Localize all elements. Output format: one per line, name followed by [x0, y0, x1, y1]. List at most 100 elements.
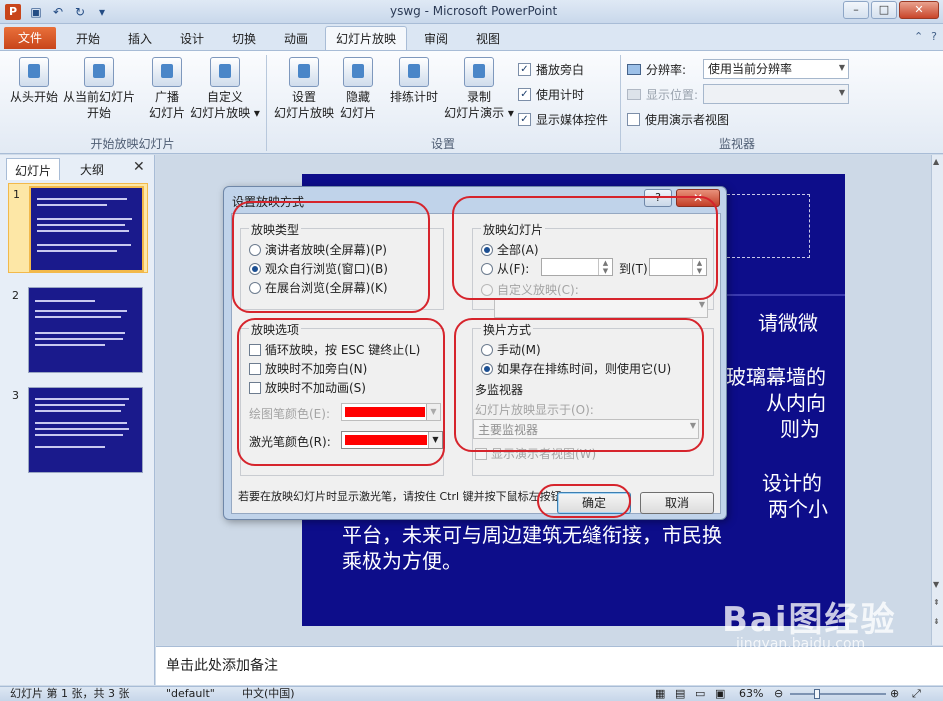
redo-icon[interactable]: ↻	[72, 4, 88, 20]
undo-icon[interactable]: ↶	[50, 4, 66, 20]
close-window-button[interactable]: ✕	[899, 1, 939, 19]
setup-slide-show-button[interactable]: 设置 幻灯片放映	[272, 57, 336, 121]
custom-slide-show-button[interactable]: 自定义 幻灯片放映 ▾	[190, 57, 260, 121]
ribbon-tab-row: 文件 开始 插入 设计 切换 动画 幻灯片放映 审阅 视图 ⌃ ?	[0, 24, 943, 50]
slide-sorter-icon[interactable]: ▤	[675, 687, 685, 701]
scroll-down-icon[interactable]: ▼	[933, 580, 939, 589]
group-separator	[620, 55, 621, 151]
language-status[interactable]: 中文(中国)	[242, 687, 295, 701]
resolution-label: 分辨率:	[627, 61, 686, 78]
play-narrations-checkbox[interactable]: ✓ 播放旁白	[518, 61, 584, 78]
slide-count-status: 幻灯片 第 1 张，共 3 张	[10, 687, 130, 700]
tab-slide-show[interactable]: 幻灯片放映	[325, 26, 408, 50]
annotation-circle	[237, 318, 445, 466]
cancel-button[interactable]: 取消	[640, 492, 714, 514]
slide-text-line: 平台，未来可与周边建筑无缝衔接，市民换	[342, 523, 722, 547]
slide-text-line: 请微微	[758, 311, 818, 335]
window-controls: – □ ✕	[843, 1, 939, 19]
play-from-current-icon	[84, 57, 114, 87]
tab-outline-pane[interactable]: 大纲	[72, 158, 112, 180]
window-title: yswg - Microsoft PowerPoint	[390, 4, 558, 18]
from-beginning-button[interactable]: 从头开始	[8, 57, 60, 105]
slide-text-line: 设计的	[762, 471, 822, 495]
tab-view[interactable]: 视图	[476, 30, 500, 47]
tab-slides-pane[interactable]: 幻灯片	[6, 158, 61, 180]
custom-show-select[interactable]: ▼	[494, 298, 708, 318]
rehearse-timings-button[interactable]: 排练计时	[388, 57, 440, 105]
chevron-down-icon: ▼	[698, 300, 705, 309]
tab-file[interactable]: 文件	[4, 27, 56, 49]
slide-text-line: 则为	[780, 417, 820, 441]
use-timings-checkbox[interactable]: ✓ 使用计时	[518, 86, 584, 103]
hide-slide-button[interactable]: 隐藏 幻灯片	[338, 57, 378, 121]
tab-insert[interactable]: 插入	[128, 30, 152, 47]
watermark-logo: Bai图经验 jingyan.baidu.com	[722, 600, 897, 652]
save-icon[interactable]: ▣	[28, 4, 44, 20]
checkmark-icon: ✓	[518, 113, 531, 126]
zoom-in-icon[interactable]: ⊕	[890, 687, 899, 701]
monitor-icon	[627, 64, 641, 75]
show-on-label: 显示位置:	[627, 86, 698, 103]
tab-home[interactable]: 开始	[76, 30, 100, 47]
slide-preview	[29, 186, 144, 272]
checkmark-icon: ✓	[518, 63, 531, 76]
normal-view-icon[interactable]: ▦	[655, 687, 665, 701]
tab-design[interactable]: 设计	[180, 30, 204, 47]
powerpoint-app-icon[interactable]: P	[5, 4, 21, 20]
tab-animations[interactable]: 动画	[284, 30, 308, 47]
show-on-select[interactable]: ▼	[703, 84, 849, 104]
record-slide-show-button[interactable]: 录制 幻灯片演示 ▾	[443, 57, 515, 121]
zoom-slider-thumb[interactable]	[814, 689, 820, 699]
theme-status: "default"	[166, 687, 215, 700]
annotation-circle	[537, 484, 631, 518]
previous-slide-icon[interactable]: ⇞	[933, 598, 940, 607]
tab-review[interactable]: 审阅	[424, 30, 448, 47]
zoom-out-icon[interactable]: ⊖	[774, 687, 783, 701]
tab-transitions[interactable]: 切换	[232, 30, 256, 47]
scroll-up-icon[interactable]: ▲	[933, 157, 939, 166]
group-separator	[266, 55, 267, 151]
slide-thumbnail-3[interactable]: 3	[8, 385, 148, 475]
slide-thumbnail-1[interactable]: 1	[8, 183, 148, 273]
slide-preview	[28, 387, 143, 473]
zoom-level[interactable]: 63%	[739, 687, 763, 701]
group-label-monitors: 监视器	[718, 137, 755, 151]
setup-show-icon	[289, 57, 319, 87]
broadcast-icon	[152, 57, 182, 87]
checkmark-icon: ✓	[518, 88, 531, 101]
slide-show-icon[interactable]: ▣	[715, 687, 725, 701]
hide-slide-icon	[343, 57, 373, 87]
fit-to-window-icon[interactable]: ⤢	[912, 687, 921, 701]
minimize-button[interactable]: –	[843, 1, 869, 19]
minimize-ribbon-icon[interactable]: ⌃	[914, 30, 923, 43]
annotation-circle	[452, 196, 718, 300]
next-slide-icon[interactable]: ⇟	[933, 617, 940, 626]
use-presenter-view-checkbox[interactable]: 使用演示者视图	[627, 111, 729, 128]
annotation-circle	[232, 201, 430, 313]
broadcast-slide-show-button[interactable]: 广播 幻灯片	[144, 57, 190, 121]
slide-text-line: 两个小	[768, 497, 828, 521]
close-pane-icon[interactable]: ✕	[133, 159, 145, 175]
ribbon-body: 从头开始 从当前幻灯片 开始 广播 幻灯片 自定义 幻灯片放映 ▾ 开始放映幻灯…	[0, 50, 943, 154]
annotation-circle	[454, 318, 704, 452]
reading-view-icon[interactable]: ▭	[695, 687, 705, 701]
show-media-controls-checkbox[interactable]: ✓ 显示媒体控件	[518, 111, 608, 128]
help-icon[interactable]: ?	[931, 30, 937, 43]
slide-thumbnail-panel: 幻灯片 大纲 ✕ 1 2 3	[0, 155, 155, 685]
maximize-button[interactable]: □	[871, 1, 897, 19]
laser-pointer-hint: 若要在放映幻灯片时显示激光笔，请按住 Ctrl 键并按下鼠标左按钮。	[238, 490, 573, 503]
from-current-slide-button[interactable]: 从当前幻灯片 开始	[62, 57, 136, 121]
resolution-select[interactable]: 使用当前分辨率 ▼	[703, 59, 849, 79]
zoom-slider[interactable]	[790, 693, 886, 695]
record-icon	[464, 57, 494, 87]
slide-thumbnail-2[interactable]: 2	[8, 285, 148, 375]
chevron-down-icon: ▼	[838, 88, 845, 97]
title-bar: P ▣ ↶ ↻ ▾ yswg - Microsoft PowerPoint – …	[0, 0, 943, 24]
chevron-down-icon: ▼	[838, 63, 845, 72]
vertical-scrollbar[interactable]: ▲ ▼ ⇞ ⇟	[931, 155, 943, 645]
customize-icon[interactable]: ▾	[94, 4, 110, 20]
group-label-start: 开始放映幻灯片	[90, 137, 175, 151]
slide-preview	[28, 287, 143, 373]
slide-text-line: 从内向	[766, 391, 826, 415]
play-from-start-icon	[19, 57, 49, 87]
